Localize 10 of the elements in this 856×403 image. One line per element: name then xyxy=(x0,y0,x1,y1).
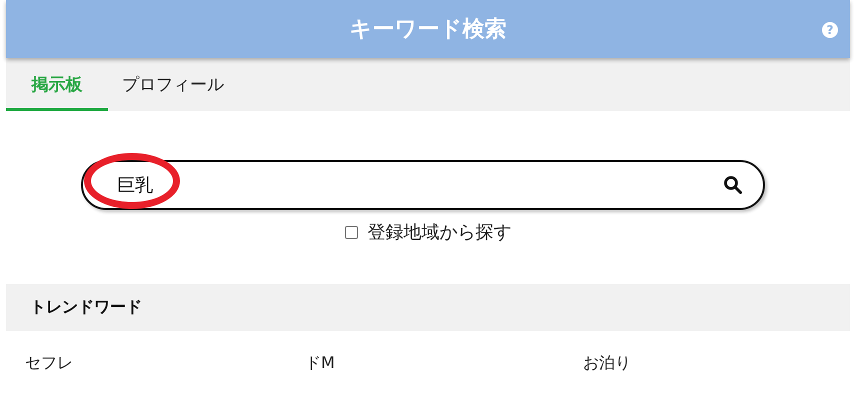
trend-word-link[interactable]: お泊り xyxy=(583,353,850,374)
search-field[interactable]: 巨乳 xyxy=(81,160,765,210)
checkbox[interactable] xyxy=(344,226,358,238)
search-icon[interactable] xyxy=(723,175,743,195)
page-title: キーワード検索 xyxy=(350,16,506,44)
trend-word-link[interactable]: セフレ xyxy=(25,353,305,374)
section-title: トレンドワード xyxy=(30,297,142,318)
trend-word-link[interactable]: ドM xyxy=(305,353,583,374)
tab[interactable]: プロフィール xyxy=(108,58,238,111)
checkbox-label[interactable]: 登録地域から探す xyxy=(368,220,512,244)
